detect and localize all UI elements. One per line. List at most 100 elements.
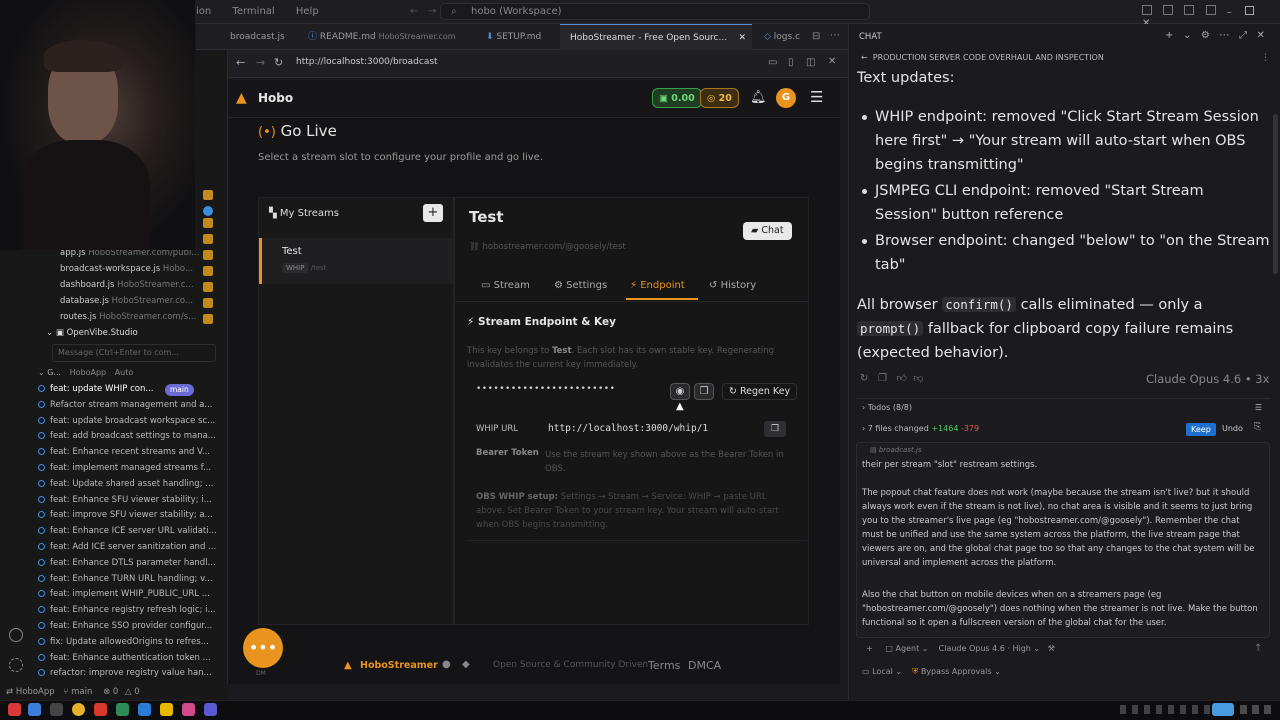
diff-icon[interactable]: ⎘ <box>1254 422 1261 432</box>
commit-row[interactable]: feat: Enhance authentication token ... <box>38 653 218 669</box>
tab-endpoint[interactable]: ⚡ Endpoint <box>630 280 685 291</box>
chat-settings-icon[interactable]: ⚙ <box>1201 30 1210 41</box>
undo-button[interactable]: Undo <box>1222 424 1243 433</box>
coins-badge[interactable]: ◎ 20 <box>700 88 739 108</box>
warning-count[interactable]: 0 <box>134 687 139 697</box>
commit-row[interactable]: feat: implement managed streams f... <box>38 463 218 479</box>
chat-menu-icon[interactable]: ⌄ <box>1183 30 1191 41</box>
copy-url-icon[interactable]: ❐ <box>764 421 786 437</box>
more-actions-icon[interactable]: ⋯ <box>830 30 840 41</box>
tab-close-icon[interactable]: ✕ <box>738 25 746 51</box>
obs-icon[interactable] <box>182 703 195 716</box>
editor-tab[interactable]: ⓘ README.md HoboStreamer.com <box>308 24 456 50</box>
account-icon[interactable] <box>9 628 23 642</box>
devtools-icon[interactable]: ▭ <box>768 57 777 68</box>
aux-toggle-icon[interactable] <box>1205 5 1216 15</box>
remote-icon[interactable]: ⇄ <box>6 687 13 697</box>
editor-tab[interactable]: ◇ logs.c <box>764 24 800 50</box>
discord-app-icon[interactable] <box>204 703 217 716</box>
chat-scrollbar[interactable] <box>1273 114 1278 274</box>
reload-icon[interactable]: ↻ <box>274 56 283 69</box>
tray-highlight-icon[interactable] <box>1212 703 1234 716</box>
retry-icon[interactable]: ↻ <box>860 373 868 384</box>
collapse-icon[interactable]: ☰ <box>1255 403 1262 412</box>
add-context-icon[interactable]: + <box>866 644 873 653</box>
forward-arrow-icon[interactable]: → <box>428 6 436 17</box>
footer-terms-link[interactable]: Terms <box>648 659 680 672</box>
commit-row[interactable]: feat: Enhance recent streams and V... <box>38 447 218 463</box>
agent-mode-select[interactable]: Agent <box>896 644 920 653</box>
commit-row[interactable]: feat: Enhance SFU viewer stability; i... <box>38 495 218 511</box>
bell-icon[interactable]: 🔔︎ <box>750 90 767 105</box>
menu-item[interactable]: Help <box>296 6 319 17</box>
browser-close-icon[interactable]: ✕ <box>828 56 836 67</box>
back-arrow-icon[interactable]: ← <box>861 53 868 62</box>
new-chat-icon[interactable]: + <box>1165 30 1173 41</box>
menu-item[interactable]: ion <box>196 6 211 17</box>
commit-row[interactable]: feat: add broadcast settings to mana... <box>38 431 218 447</box>
thumbs-up-icon[interactable]: 👍︎ <box>896 373 906 384</box>
menu-item[interactable]: Terminal <box>232 6 274 17</box>
status-branch[interactable]: main <box>71 687 92 697</box>
chat-more-icon[interactable]: ⋯ <box>1219 30 1229 41</box>
gear-icon[interactable] <box>9 658 23 672</box>
editor-tab[interactable]: ⬇ SETUP.md <box>486 24 541 50</box>
notes-app-icon[interactable] <box>160 703 173 716</box>
balance-badge[interactable]: ▣ 0.00 <box>652 88 702 108</box>
chrome-icon[interactable] <box>72 703 85 716</box>
commit-row[interactable]: feat: Enhance ICE server URL validati... <box>38 526 218 542</box>
command-center[interactable]: ⌕ hobo (Workspace) <box>440 3 870 20</box>
maximize-panel-icon[interactable]: ⤢ <box>1239 30 1247 41</box>
commit-row[interactable]: Refactor stream management and a... <box>38 400 218 416</box>
avatar[interactable]: G <box>776 88 796 108</box>
graph-chevron-icon[interactable]: ⌄ <box>38 368 45 377</box>
vscode-icon[interactable] <box>138 703 151 716</box>
stream-slot[interactable]: Test WHIP /test <box>259 238 453 284</box>
changed-file[interactable]: database.js HoboStreamer.co... <box>60 296 210 311</box>
commit-message-input[interactable]: Message (Ctrl+Enter to com... <box>52 344 216 362</box>
hobo-logo-icon[interactable]: ▲ <box>236 90 247 106</box>
send-icon[interactable]: ↑ <box>1254 643 1262 654</box>
back-icon[interactable]: ← <box>236 56 245 69</box>
github-icon[interactable]: ● <box>442 659 451 670</box>
commit-row[interactable]: refactor: improve registry value han... <box>38 668 218 684</box>
graph-repo[interactable]: HoboApp <box>70 368 107 377</box>
hobo-brand[interactable]: Hobo <box>258 91 293 105</box>
location-select[interactable]: Local <box>872 667 893 676</box>
hamburger-menu-icon[interactable]: ☰ <box>810 88 823 106</box>
add-stream-button[interactable]: + <box>423 204 443 222</box>
settings-app-icon[interactable] <box>50 703 63 716</box>
changed-file[interactable]: app.js HoboStreamer.com/publ... <box>60 248 210 263</box>
whip-url-value[interactable]: http://localhost:3000/whip/1 <box>548 423 708 434</box>
footer-dmca-link[interactable]: DMCA <box>688 659 721 672</box>
approvals-select[interactable]: Bypass Approvals <box>921 667 992 676</box>
attachment-chip[interactable]: ▤ broadcast.js <box>870 446 922 454</box>
split-editor-icon[interactable]: ⊟ <box>812 31 820 42</box>
changed-file[interactable]: routes.js HoboStreamer.com/s... <box>60 312 210 327</box>
commit-row[interactable]: feat: improve SFU viewer stability; a... <box>38 510 218 526</box>
folder-row[interactable]: ⌄ ▣ OpenVibe.Studio <box>46 328 138 338</box>
status-repo[interactable]: HoboApp <box>16 687 55 697</box>
screenshot-icon[interactable]: ◫ <box>806 57 815 68</box>
footer-brand[interactable]: HoboStreamer <box>360 660 438 671</box>
keep-button[interactable]: Keep <box>1186 423 1216 436</box>
todos-row[interactable]: › Todos (8/8) ☰ <box>856 398 1270 416</box>
terminal-app-icon[interactable] <box>116 703 129 716</box>
commit-row[interactable]: feat: Update shared asset handling; ... <box>38 479 218 495</box>
layout-toggle-icon[interactable] <box>1142 5 1152 15</box>
tools-icon[interactable]: ⚒ <box>1048 644 1055 653</box>
panel-toggle-icon[interactable] <box>1184 5 1195 15</box>
thumbs-down-icon[interactable]: 👎︎ <box>913 373 923 384</box>
tab-stream[interactable]: ▭ Stream <box>481 280 530 291</box>
back-arrow-icon[interactable]: ← <box>410 6 418 17</box>
tab-history[interactable]: ↺ History <box>709 280 756 291</box>
sidebar-toggle-icon[interactable] <box>1163 5 1174 15</box>
copy-icon[interactable]: ❐ <box>694 383 714 400</box>
regen-key-button[interactable]: ↻ Regen Key <box>722 383 798 400</box>
commit-row[interactable]: feat: Enhance registry refresh logic; i.… <box>38 605 218 621</box>
maximize-icon[interactable] <box>1244 6 1254 15</box>
commit-row[interactable]: feat: Add ICE server sanitization and ..… <box>38 542 218 558</box>
forward-icon[interactable]: → <box>256 56 265 69</box>
close-panel-icon[interactable]: ✕ <box>1256 30 1264 41</box>
browser-app-icon[interactable] <box>94 703 107 716</box>
